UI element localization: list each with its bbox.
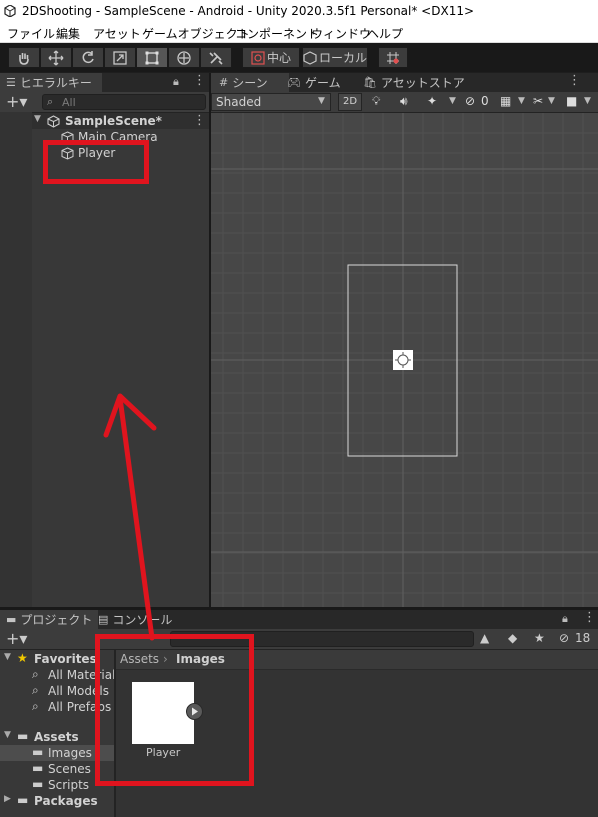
- highlight-box-hierarchy-player: [43, 140, 149, 184]
- highlight-box-player-asset: [95, 634, 254, 786]
- drag-arrow-line: [117, 395, 155, 641]
- annotation-overlay: [43, 140, 254, 786]
- drag-arrow-head: [103, 393, 157, 438]
